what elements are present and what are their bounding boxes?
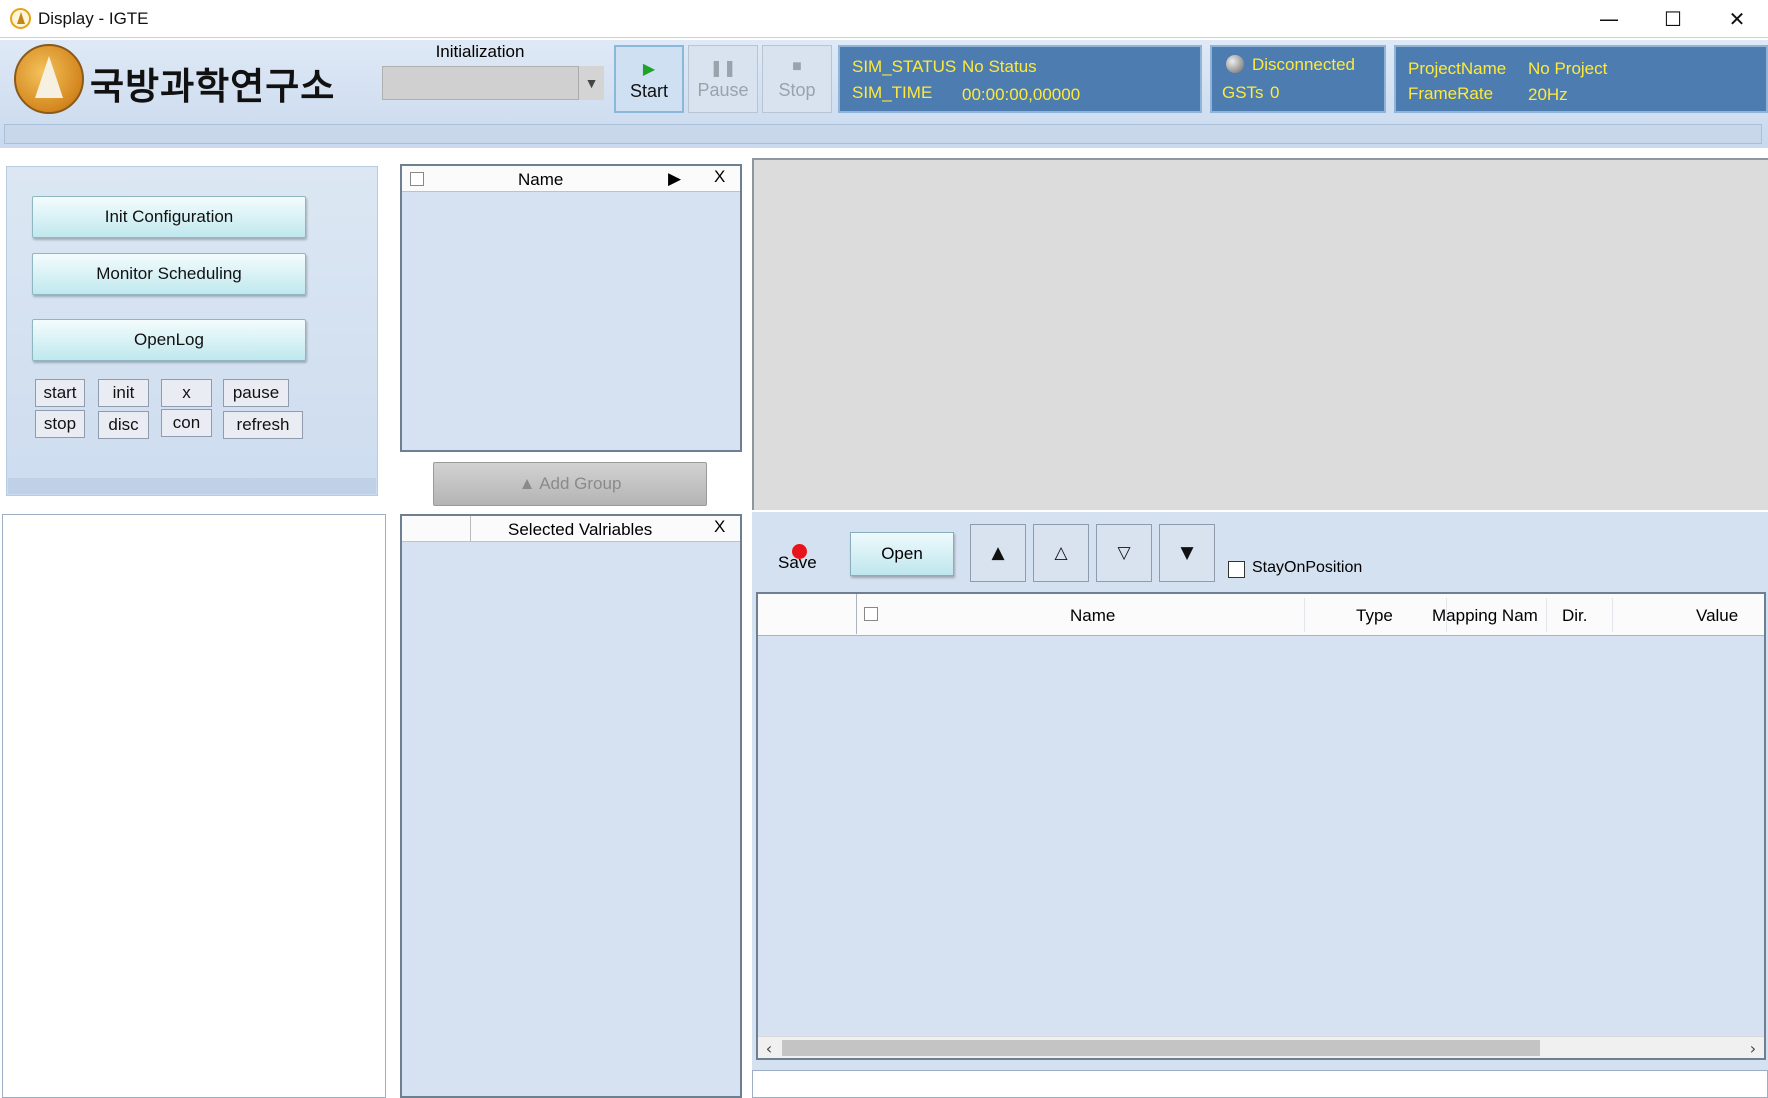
initialization-label: Initialization: [435, 42, 525, 61]
connection-panel: Disconnected GSTs 0: [1210, 45, 1386, 113]
stop-button[interactable]: ■ Stop: [762, 45, 832, 113]
move-top-button[interactable]: ▲: [970, 524, 1026, 582]
stay-on-position-checkbox[interactable]: [1228, 561, 1245, 578]
dropdown-arrow-icon[interactable]: ▼: [578, 66, 604, 100]
open-button[interactable]: Open: [850, 532, 954, 576]
selected-variables-header: Selected Valriables X: [402, 516, 740, 542]
small-pause-button[interactable]: pause: [223, 379, 289, 407]
small-init-button[interactable]: init: [98, 379, 149, 407]
bottom-output-area: [752, 1070, 1768, 1098]
variable-grid[interactable]: Name Type Mapping Nam Dir. Value ‹ ›: [756, 592, 1766, 1060]
small-refresh-button[interactable]: refresh: [223, 411, 303, 439]
stop-icon: ■: [792, 58, 802, 75]
save-button[interactable]: Save: [778, 553, 817, 573]
frame-rate-label: FrameRate: [1408, 84, 1494, 103]
column-header-direction[interactable]: Dir.: [1562, 606, 1588, 626]
minimize-button[interactable]: —: [1580, 4, 1638, 34]
window-title: Display - IGTE: [38, 9, 149, 28]
name-list-panel[interactable]: Name ▶ X: [400, 164, 742, 452]
column-header-type[interactable]: Type: [1356, 606, 1393, 626]
gsts-value: 0: [1270, 83, 1280, 102]
window-titlebar: [0, 0, 1768, 38]
column-header-value[interactable]: Value: [1696, 606, 1738, 626]
add-logo-emblem-icon: [14, 44, 84, 114]
project-name-label: ProjectName: [1408, 59, 1507, 78]
header-progress-strip: [4, 124, 1762, 144]
start-button-label: Start: [629, 81, 668, 101]
variable-grid-header: Name Type Mapping Nam Dir. Value: [758, 594, 1764, 636]
row-header-divider: [856, 594, 857, 634]
scrollbar-thumb[interactable]: [782, 1040, 1540, 1056]
init-configuration-button[interactable]: Init Configuration: [32, 196, 306, 238]
sim-status-label: SIM_STATUS: [852, 57, 957, 76]
organization-logo-text: 국방과학연구소: [90, 65, 336, 108]
small-stop-button[interactable]: stop: [35, 410, 85, 438]
column-header-mapping-name[interactable]: Mapping Nam: [1432, 606, 1546, 626]
sim-time-value: 00:00:00,00000: [962, 85, 1081, 104]
initialization-dropdown[interactable]: [382, 66, 604, 100]
open-log-button[interactable]: OpenLog: [32, 319, 306, 361]
name-list-header: Name ▶ X: [402, 166, 740, 192]
add-group-button[interactable]: ▲ Add Group: [433, 462, 707, 506]
pause-button-label: Pause: [697, 80, 749, 100]
scroll-right-icon[interactable]: ›: [1742, 1037, 1764, 1059]
sim-status-panel: SIM_STATUS No Status SIM_TIME 00:00:00,0…: [838, 45, 1202, 113]
app-icon: [10, 8, 31, 29]
frame-rate-value: 20Hz: [1528, 85, 1568, 104]
sim-time-label: SIM_TIME: [852, 83, 933, 102]
connection-indicator-icon: [1226, 55, 1244, 73]
stay-on-position-label: StayOnPosition: [1252, 559, 1363, 576]
connection-state: Disconnected: [1252, 55, 1356, 74]
horizontal-scrollbar[interactable]: ‹ ›: [758, 1036, 1764, 1058]
move-up-button[interactable]: △: [1033, 524, 1089, 582]
selected-variables-title: Selected Valriables: [508, 520, 653, 539]
display-area[interactable]: [752, 158, 1768, 510]
close-icon[interactable]: X: [714, 167, 725, 187]
column-divider: [1546, 598, 1547, 632]
left-tree-area[interactable]: [2, 514, 386, 1098]
monitor-scheduling-button[interactable]: Monitor Scheduling: [32, 253, 306, 295]
column-divider: [1304, 598, 1305, 632]
close-icon[interactable]: X: [714, 517, 725, 537]
maximize-button[interactable]: ☐: [1644, 4, 1702, 34]
control-panel-strip: [8, 478, 376, 494]
column-divider: [1612, 598, 1613, 632]
gsts-label: GSTs: [1222, 83, 1264, 102]
play-icon[interactable]: ▶: [668, 169, 681, 189]
sim-status-value: No Status: [962, 57, 1037, 76]
name-select-all-checkbox[interactable]: [410, 172, 424, 186]
name-column-header: Name: [518, 170, 564, 189]
move-bottom-button[interactable]: ▼: [1159, 524, 1215, 582]
small-start-button[interactable]: start: [35, 379, 85, 407]
small-con-button[interactable]: con: [161, 409, 212, 437]
column-divider: [470, 516, 471, 542]
variable-select-all-checkbox[interactable]: [864, 607, 878, 621]
project-panel: ProjectName No Project FrameRate 20Hz: [1394, 45, 1768, 113]
scroll-left-icon[interactable]: ‹: [758, 1037, 780, 1059]
small-disc-button[interactable]: disc: [98, 411, 149, 439]
start-button[interactable]: ▶ Start: [614, 45, 684, 113]
small-x-button[interactable]: x: [161, 379, 212, 407]
stop-button-label: Stop: [778, 80, 816, 100]
play-icon: ▶: [642, 61, 656, 78]
selected-variables-panel[interactable]: Selected Valriables X: [400, 514, 742, 1098]
pause-button[interactable]: ❚❚ Pause: [688, 45, 758, 113]
close-window-button[interactable]: ✕: [1708, 4, 1766, 34]
column-header-name[interactable]: Name: [1070, 606, 1115, 626]
pause-icon: ❚❚: [709, 60, 737, 77]
move-down-button[interactable]: ▽: [1096, 524, 1152, 582]
project-name-value: No Project: [1528, 59, 1608, 78]
